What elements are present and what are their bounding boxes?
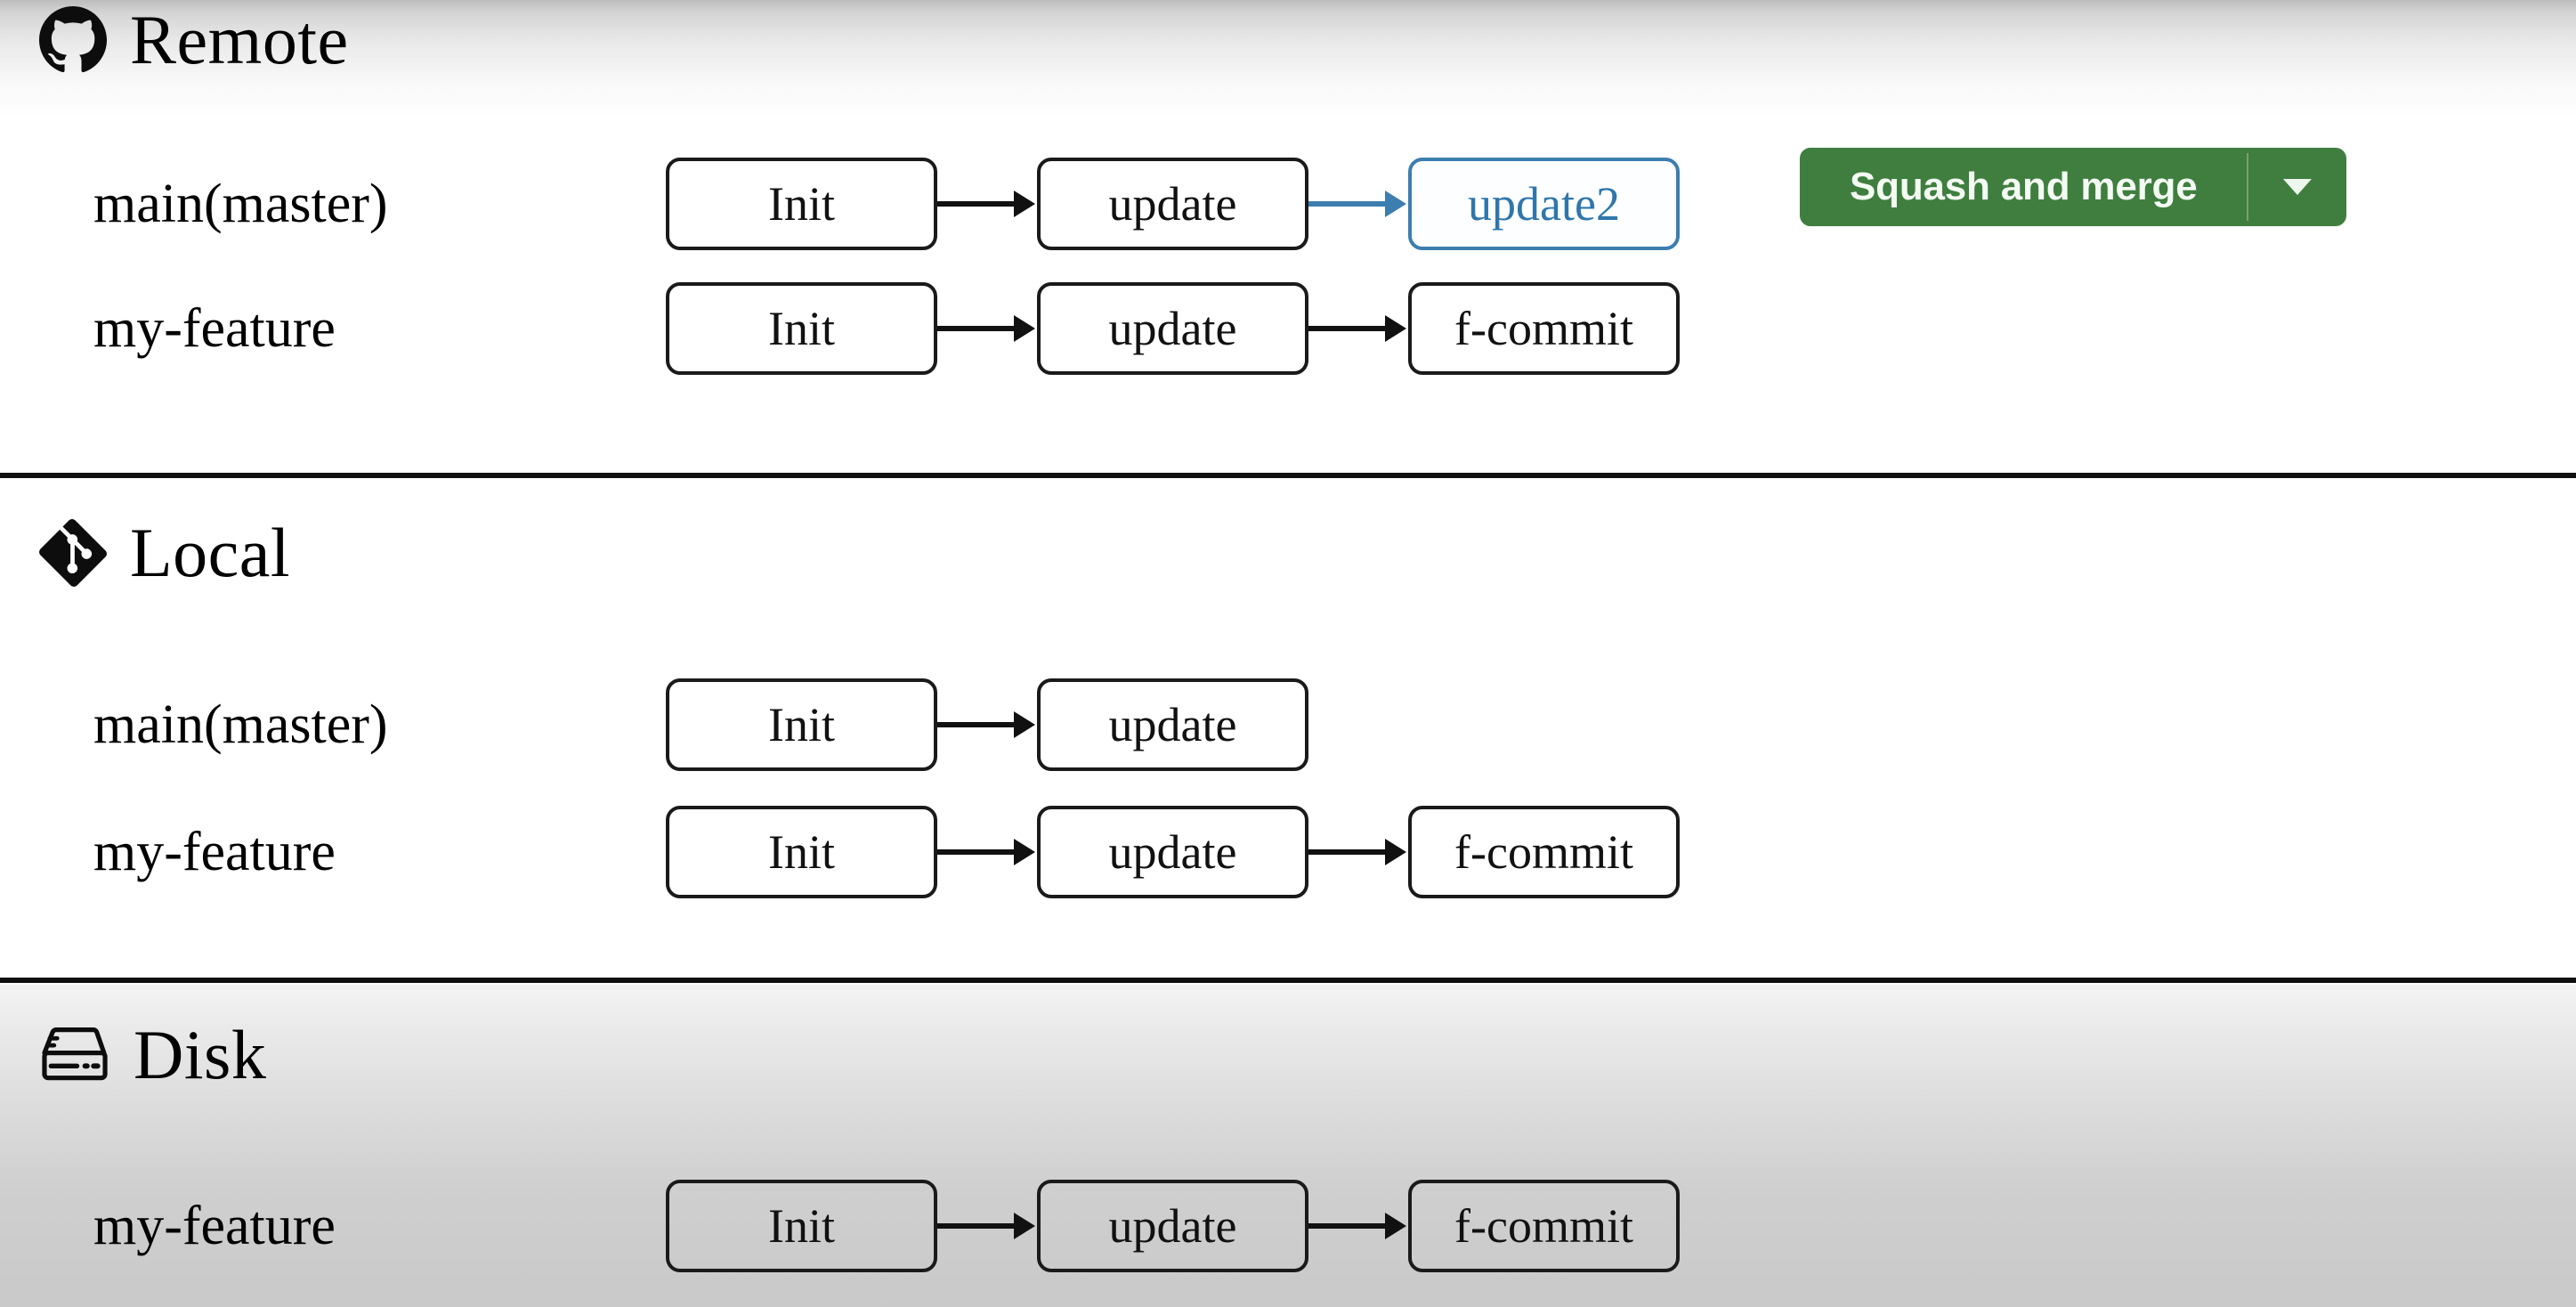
git-workflow-diagram: Remote main(master) Init update update2 … [0,0,2576,1307]
branch-label: main(master) [93,694,388,755]
arrow-icon [937,678,1037,771]
branch-label: main(master) [93,174,388,234]
git-icon [39,519,107,587]
github-icon [39,6,107,74]
disk-section-title: Disk [134,1016,267,1093]
commit-node-highlighted[interactable]: update2 [1408,158,1680,250]
local-section-header: Local [39,518,290,588]
commit-node[interactable]: Init [666,158,937,250]
disk-section: Disk my-feature Init update f-commit [0,985,2576,1307]
commit-node[interactable]: update [1037,158,1308,250]
commit-chain: Init update [666,678,1308,771]
commit-node[interactable]: Init [666,678,937,771]
section-divider [0,473,2576,478]
hard-drive-icon [39,1022,110,1088]
commit-node[interactable]: update [1037,806,1308,898]
commit-chain: Init update f-commit [666,1180,1680,1272]
arrow-icon [1308,1180,1408,1272]
disk-section-header: Disk [39,1020,266,1090]
commit-node[interactable]: f-commit [1408,282,1680,375]
commit-node[interactable]: f-commit [1408,806,1680,898]
commit-node[interactable]: f-commit [1408,1180,1680,1272]
commit-node[interactable]: update [1037,1180,1308,1272]
remote-section: Remote main(master) Init update update2 … [0,0,2576,477]
commit-node[interactable]: update [1037,678,1308,771]
remote-section-title: Remote [130,1,349,78]
section-divider [0,978,2576,983]
chevron-down-icon[interactable] [2248,148,2346,226]
squash-and-merge-button[interactable]: Squash and merge [1800,148,2347,226]
commit-chain: Init update f-commit [666,282,1680,375]
commit-chain: Init update update2 [666,158,1680,250]
branch-label: my-feature [93,298,336,359]
commit-node[interactable]: Init [666,1180,937,1272]
arrow-icon [1308,158,1408,250]
commit-chain: Init update f-commit [666,806,1680,898]
arrow-icon [1308,806,1408,898]
remote-section-header: Remote [39,5,349,75]
branch-label: my-feature [93,822,336,882]
local-section: Local main(master) Init update my-featur… [0,481,2576,981]
commit-node[interactable]: update [1037,282,1308,375]
arrow-icon [937,1180,1037,1272]
commit-node[interactable]: Init [666,806,937,898]
arrow-icon [1308,282,1408,375]
commit-node[interactable]: Init [666,282,937,375]
squash-and-merge-label: Squash and merge [1850,165,2198,208]
arrow-icon [937,158,1037,250]
arrow-icon [937,806,1037,898]
branch-label: my-feature [93,1196,336,1256]
arrow-icon [937,282,1037,375]
local-section-title: Local [130,514,291,591]
